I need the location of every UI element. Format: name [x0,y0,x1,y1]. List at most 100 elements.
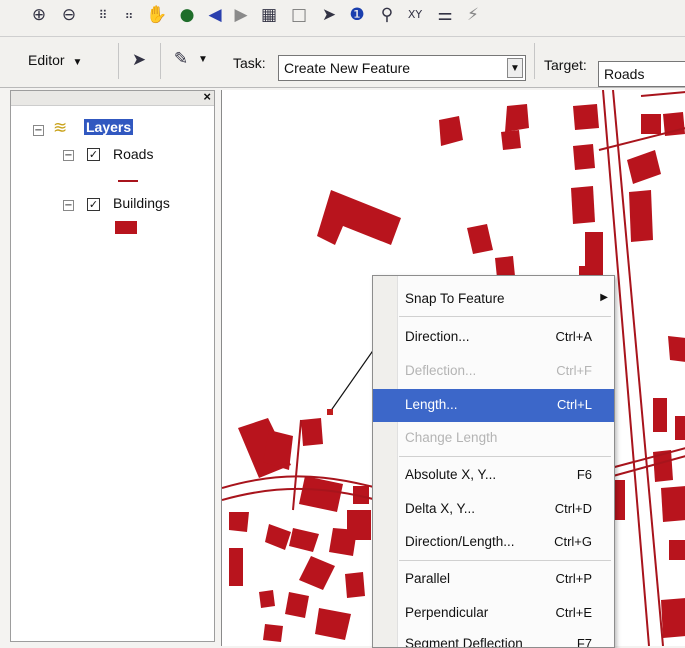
sketch-tool-icon[interactable]: ✎ [170,48,192,70]
toolbar-separator [534,43,535,79]
task-value: Create New Feature [284,60,411,76]
building [505,104,529,132]
building [315,608,351,640]
menu-item-shortcut: Ctrl+G [554,534,592,549]
menu-item-shortcut: F6 [576,467,592,482]
chevron-down-icon[interactable]: ▼ [507,58,523,78]
menu-item-shortcut: Ctrl+L [556,397,592,412]
building [229,548,243,586]
menu-item-label: Absolute X, Y... [405,467,497,482]
collapse-icon[interactable]: − [63,200,74,211]
menu-item-label: Direction/Length... [405,534,515,549]
layers-root-label[interactable]: Layers [84,119,134,135]
road [292,419,302,511]
go-forward-icon[interactable]: ▶ [230,4,252,26]
menu-item-shortcut: F7 [576,636,592,648]
menu-item-label: Deflection... [405,363,477,378]
buildings-symbol [115,221,137,234]
menu-item-shortcut: Ctrl+A [555,329,592,344]
menu-item-change-length[interactable]: Change Length [373,422,614,455]
building [641,114,661,134]
menu-item-delta-xy[interactable]: Delta X, Y... Ctrl+D [373,493,614,526]
road [612,455,685,477]
building [317,190,401,245]
select-elements-icon[interactable]: ➤ [318,4,340,26]
building [629,190,653,242]
roads-symbol [118,180,138,182]
menu-item-perpendicular[interactable]: Perpendicular Ctrl+E [373,597,614,630]
sketch-vertex [327,409,333,415]
editor-menu-label: Editor [28,52,65,68]
target-dropdown[interactable]: Roads [598,61,685,87]
collapse-icon[interactable]: − [33,125,44,136]
menu-item-label: Segment Deflection [405,636,523,648]
sketch-tool-dropdown-icon[interactable]: ▼ [198,54,208,65]
menu-item-length[interactable]: Length... Ctrl+L [373,389,614,422]
menu-separator [399,560,611,561]
menu-item-snap-to-feature[interactable]: Snap To Feature ▶ [373,283,614,316]
menu-item-label: Delta X, Y... [405,501,476,516]
go-to-xy-icon[interactable]: XY [404,4,426,26]
task-dropdown[interactable]: Create New Feature ▼ [278,55,526,81]
fixed-zoom-in-icon[interactable]: ⠿ [92,4,114,26]
target-label: Target: [544,57,587,73]
menu-item-label: Length... [405,397,458,412]
layers-icon: ≋ [53,118,68,138]
toolbar-separator [118,43,119,79]
pan-icon[interactable]: ✋ [146,4,168,26]
menu-item-absolute-xy[interactable]: Absolute X, Y... F6 [373,459,614,492]
zoom-in-icon[interactable]: ⊕ [28,4,50,26]
menu-item-segment-deflection[interactable]: Segment Deflection F7 [373,628,614,648]
task-label: Task: [233,55,266,71]
building [263,624,283,642]
road [640,91,685,97]
go-back-icon[interactable]: ◀ [204,4,226,26]
tools-toolbar: ⊕ ⊖ ⠿ ⠶ ✋ ● ◀ ▶ ▦ □ ➤ ❶ ⚲ XY ⚌ ⚡ [0,0,685,37]
fixed-zoom-out-icon[interactable]: ⠶ [118,4,140,26]
collapse-icon[interactable]: − [63,150,74,161]
edit-tool-icon[interactable]: ➤ [128,49,150,71]
chevron-down-icon: ▼ [72,57,83,68]
building [299,556,335,590]
clear-selection-icon[interactable]: □ [288,4,310,26]
menu-item-label: Direction... [405,329,470,344]
identify-icon[interactable]: ❶ [346,4,368,26]
menu-item-direction[interactable]: Direction... Ctrl+A [373,321,614,354]
building [299,476,343,512]
measure-icon[interactable]: ⚌ [434,4,456,26]
layer-name-buildings[interactable]: Buildings [113,195,170,211]
sketch-context-menu: Snap To Feature ▶ Direction... Ctrl+A De… [372,275,615,648]
menu-separator [399,456,611,457]
menu-item-shortcut: Ctrl+P [555,571,592,586]
menu-item-label: Parallel [405,571,451,586]
layer-visibility-checkbox[interactable]: ✓ [87,198,100,211]
building [347,510,371,540]
building [301,418,323,446]
building [259,590,275,608]
building [668,336,685,362]
menu-item-shortcut: Ctrl+D [554,501,592,516]
table-of-contents: × − ≋ Layers − ✓ Roads − ✓ Buildings [10,89,215,642]
menu-item-deflection[interactable]: Deflection... Ctrl+F [373,355,614,388]
menu-item-shortcut: Ctrl+E [555,605,592,620]
building [585,232,603,266]
menu-item-direction-length[interactable]: Direction/Length... Ctrl+G [373,526,614,559]
building [439,116,463,146]
building [345,572,365,598]
select-features-icon[interactable]: ▦ [258,4,280,26]
close-icon[interactable]: × [203,89,211,104]
menu-item-label: Change Length [405,430,498,445]
find-icon[interactable]: ⚲ [376,4,398,26]
building [675,416,685,440]
editor-menu-button[interactable]: Editor ▼ [28,48,82,72]
hyperlink-icon[interactable]: ⚡ [462,4,484,26]
menu-item-parallel[interactable]: Parallel Ctrl+P [373,563,614,596]
road [610,447,685,469]
toc-title-bar: × [11,89,214,106]
target-value: Roads [604,66,645,82]
layer-name-roads[interactable]: Roads [113,146,153,162]
layer-visibility-checkbox[interactable]: ✓ [87,148,100,161]
menu-item-shortcut: Ctrl+F [556,363,592,378]
zoom-out-icon[interactable]: ⊖ [58,4,80,26]
full-extent-icon[interactable]: ● [176,4,198,26]
